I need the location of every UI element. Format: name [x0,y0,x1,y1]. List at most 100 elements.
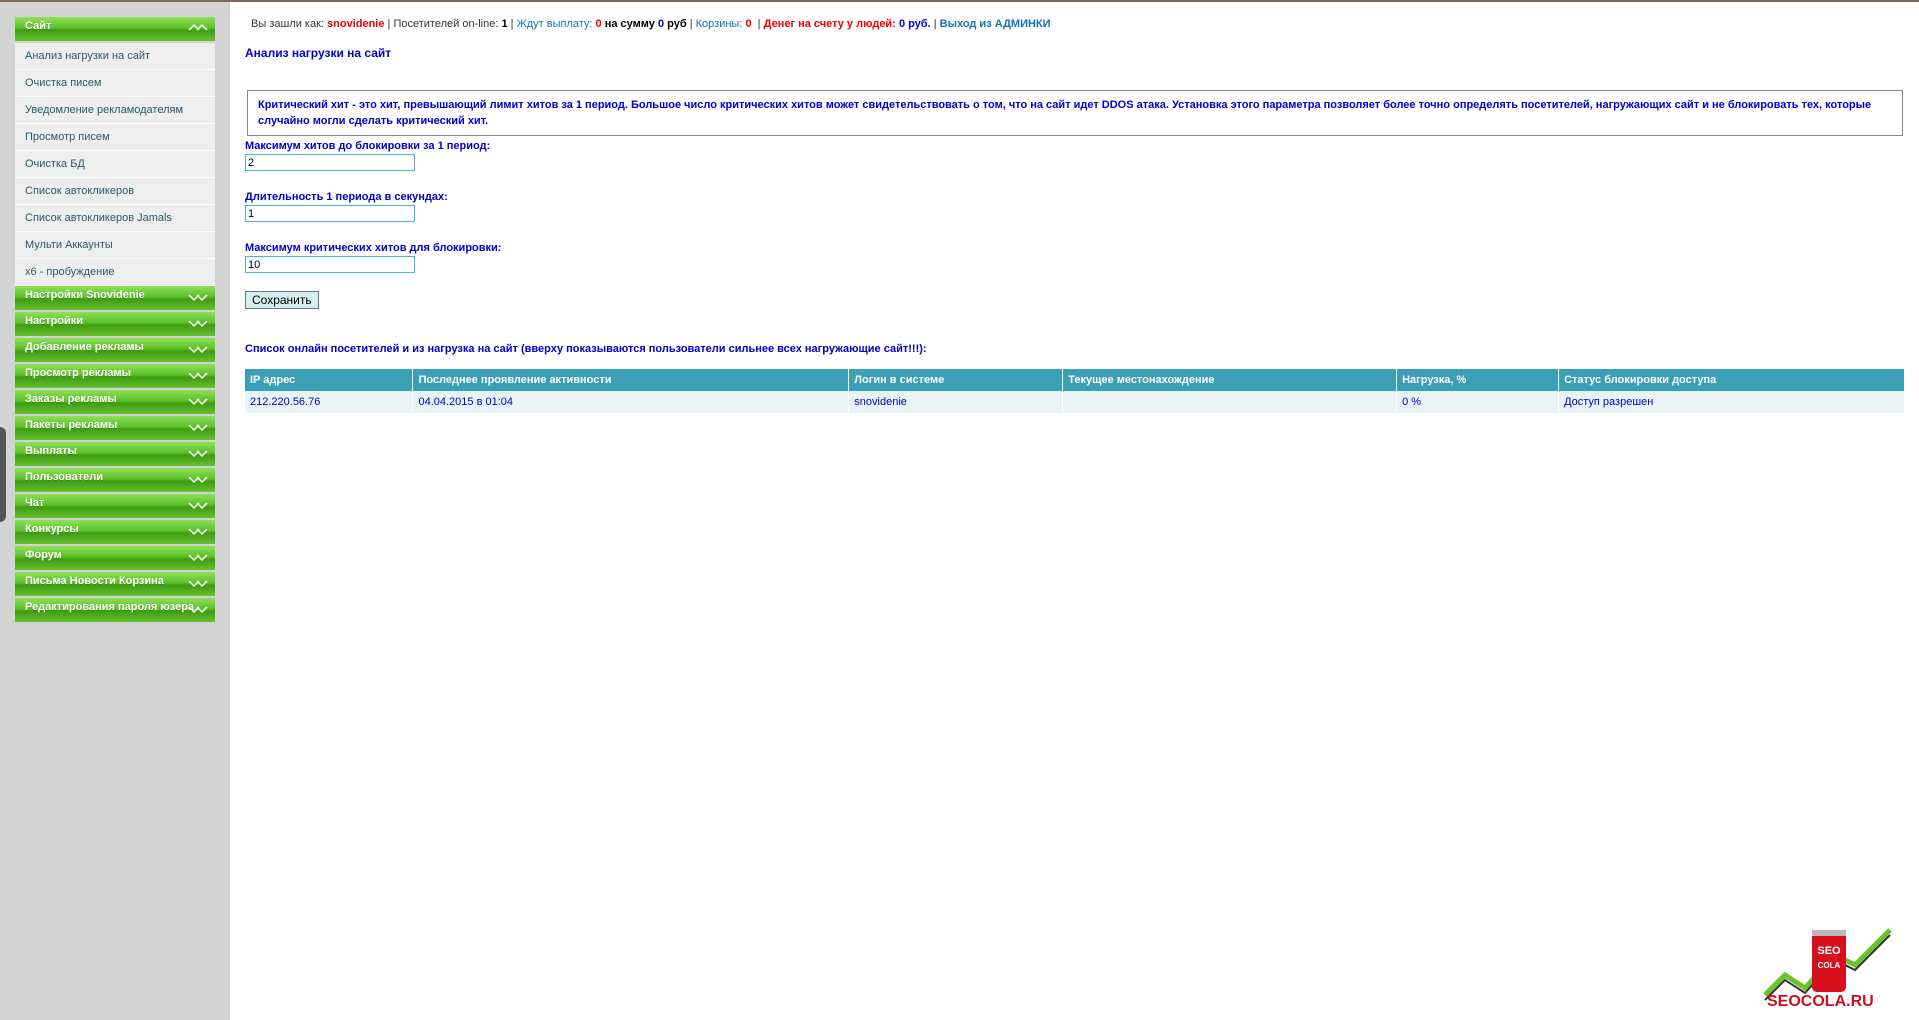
sum-label: на сумму [604,18,655,30]
menu-category-label: Просмотр рекламы [25,367,132,379]
admin-menu: Сайт Анализ нагрузки на сайт Очистка пис… [15,17,215,624]
chevron-toggle-icon [188,23,208,31]
menu-category-1[interactable]: Настройки [15,312,215,336]
col-login: Логин в системе [848,369,1064,391]
carts-link[interactable]: Корзины: [696,18,743,30]
cell-login: snovidenie [848,391,1064,413]
await-payout-link[interactable]: Ждут выплату: [517,18,593,30]
save-button[interactable]: Сохранить [245,291,319,309]
submenu-item-notify-advertisers[interactable]: Уведомление рекламодателям [15,97,215,124]
chevron-toggle-icon [188,398,208,406]
logo-site-name: SEOCOLA.RU [1767,993,1874,1010]
menu-category-4[interactable]: Заказы рекламы [15,390,215,414]
chevron-toggle-icon [188,554,208,562]
menu-category-label: Сайт [25,20,52,32]
submenu-item-x6-wakeup[interactable]: x6 - пробуждение [15,259,215,286]
username: snovidenie [327,18,385,30]
period-label: Длительность 1 периода в секундах: [245,191,448,203]
menu-category-label: Редактирования пароля юзера [25,601,195,613]
sidebar-edge-tab [0,427,6,522]
menu-category-label: Настройки [25,315,84,327]
sum-unit: руб [667,18,687,30]
max-hits-label: Максимум хитов до блокировки за 1 период… [245,140,491,152]
menu-category-11[interactable]: Письма Новости Корзина [15,572,215,596]
online-list-title: Список онлайн посетителей и из нагрузка … [245,343,927,355]
submenu-item-multi-accounts[interactable]: Мульти Аккаунты [15,232,215,259]
menu-category-label: Заказы рекламы [25,393,117,405]
online-label: Посетителей on-line: [393,18,499,30]
cell-last-activity: 04.04.2015 в 01:04 [412,391,850,413]
submenu-item-autoclickers[interactable]: Список автокликеров [15,178,215,205]
menu-category-5[interactable]: Пакеты рекламы [15,416,215,440]
max-critical-input[interactable] [245,256,415,273]
logo-can-text-seo: SEO [1817,945,1841,957]
chevron-toggle-icon [188,372,208,380]
menu-category-7[interactable]: Пользователи [15,468,215,492]
sum-value: 0 [657,18,665,30]
submenu-item-load-analysis[interactable]: Анализ нагрузки на сайт [15,43,215,70]
menu-category-label: Добавление рекламы [25,341,144,353]
status-bar: Вы зашли как: snovidenie | Посетителей o… [251,18,1051,30]
online-visitors-table: IP адрес Последнее проявление активности… [245,369,1905,413]
submenu-item-clear-db[interactable]: Очистка БД [15,151,215,178]
col-block-status: Статус блокировки доступа [1558,369,1905,391]
chevron-toggle-icon [188,476,208,484]
money-label: Денег на счету у людей: [763,18,896,30]
menu-category-8[interactable]: Чат [15,494,215,518]
chevron-toggle-icon [188,346,208,354]
max-hits-input[interactable] [245,154,415,171]
cell-load: 0 % [1396,391,1560,413]
logo-can-top [1812,930,1846,936]
menu-category-10[interactable]: Форум [15,546,215,570]
menu-category-0[interactable]: Настройки Snovidenie [15,286,215,310]
menu-category-6[interactable]: Выплаты [15,442,215,466]
chevron-toggle-icon [188,294,208,302]
logo-can-text-cola: COLA [1818,961,1841,970]
critical-hit-info: Критический хит - это хит, превышающий л… [247,90,1903,136]
cell-ip: 212.220.56.76 [245,391,414,413]
menu-category-label: Выплаты [25,445,77,457]
cell-location [1062,391,1398,413]
menu-category-label: Форум [25,549,62,561]
menu-category-label: Настройки Snovidenie [25,289,145,301]
exit-admin-link[interactable]: Выход из АДМИНКИ [940,18,1051,30]
carts-count: 0 [745,18,752,30]
menu-category-label: Конкурсы [25,523,79,535]
chevron-toggle-icon [188,502,208,510]
await-payout-count: 0 [595,18,602,30]
period-input[interactable] [245,205,415,222]
col-last-activity: Последнее проявление активности [412,369,850,391]
sidebar: Сайт Анализ нагрузки на сайт Очистка пис… [0,2,230,1020]
submenu-item-clear-letters[interactable]: Очистка писем [15,70,215,97]
menu-category-12[interactable]: Редактирования пароля юзера [15,598,215,622]
money-value: 0 руб. [898,18,931,30]
menu-category-9[interactable]: Конкурсы [15,520,215,544]
chevron-toggle-icon [188,450,208,458]
col-load: Нагрузка, % [1396,369,1560,391]
table-row: 212.220.56.76 04.04.2015 в 01:04 snovide… [245,391,1905,413]
online-count: 1 [501,18,508,30]
chevron-toggle-icon [188,528,208,536]
submenu-item-autoclickers-jamals[interactable]: Список автокликеров Jamals [15,205,215,232]
chevron-toggle-icon [188,320,208,328]
chevron-toggle-icon [188,580,208,588]
menu-category-label: Пользователи [25,471,104,483]
page-title: Анализ нагрузки на сайт [245,46,392,60]
col-location: Текущее местонахождение [1062,369,1398,391]
menu-category-site[interactable]: Сайт [15,17,215,41]
chevron-toggle-icon [188,424,208,432]
logged-as-label: Вы зашли как: [251,18,324,30]
menu-category-2[interactable]: Добавление рекламы [15,338,215,362]
menu-category-3[interactable]: Просмотр рекламы [15,364,215,388]
menu-category-label: Чат [25,497,45,509]
submenu-site: Анализ нагрузки на сайт Очистка писем Ув… [15,43,215,286]
cell-block-status: Доступ разрешен [1558,391,1905,413]
table-header-row: IP адрес Последнее проявление активности… [245,369,1905,391]
menu-category-label: Письма Новости Корзина [25,575,164,587]
col-ip: IP адрес [245,369,414,391]
chevron-toggle-icon [188,606,208,614]
menu-category-label: Пакеты рекламы [25,419,118,431]
max-critical-label: Максимум критических хитов для блокировк… [245,242,502,254]
submenu-item-view-letters[interactable]: Просмотр писем [15,124,215,151]
top-border [0,0,1919,2]
